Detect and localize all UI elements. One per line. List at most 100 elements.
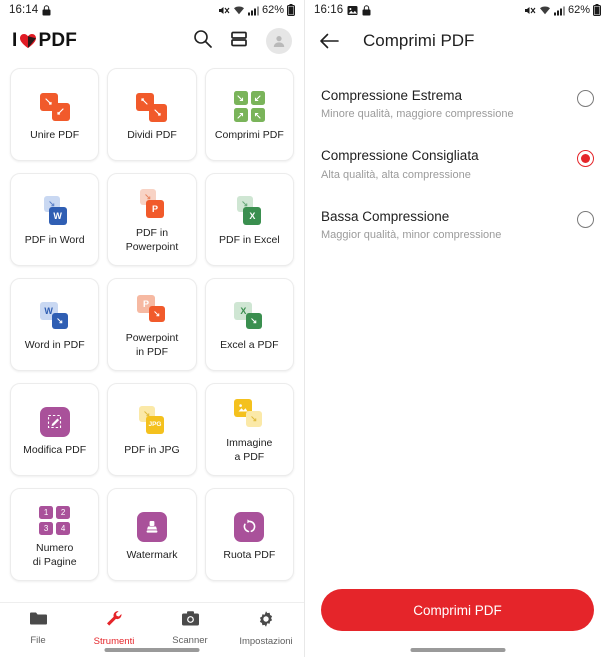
tool-card-label: Word in PDF: [24, 338, 85, 351]
logo-letter-i: I: [12, 30, 18, 51]
tool-card-label: Modifica PDF: [23, 443, 87, 456]
tools-grid: Unire PDF Dividi PDF Comprimi PDF W PDF …: [0, 62, 304, 581]
tool-card-powerpoint-in-pdf[interactable]: P Powerpoint in PDF: [107, 278, 197, 371]
mute-icon: [218, 5, 230, 16]
nav-item-label: Scanner: [172, 635, 208, 646]
signal-icon: [553, 5, 565, 16]
battery-percentage: 62%: [567, 4, 590, 16]
account-avatar-icon[interactable]: [266, 28, 292, 54]
nav-item-impostazioni[interactable]: Impostazioni: [228, 610, 304, 647]
nav-item-file[interactable]: File: [0, 610, 76, 646]
nav-item-label: Strumenti: [93, 636, 135, 647]
tool-card-pdf-in-powerpoint[interactable]: P PDF in Powerpoint: [107, 173, 197, 266]
image-to-pdf-icon: [230, 395, 268, 435]
wrench-icon: [105, 610, 124, 633]
tool-card-label: Watermark: [126, 548, 178, 561]
right-screen-compress-options: 16:16 62% Comprimi PDF Compressione Estr…: [305, 0, 610, 657]
merge-pdf-icon: [36, 87, 74, 127]
tool-card-label: Numero di Pagine: [32, 542, 77, 568]
tool-card-dividi-pdf[interactable]: Dividi PDF: [107, 68, 197, 161]
pdf-to-jpg-icon: JPG: [133, 402, 171, 442]
option-compressione-consigliata[interactable]: Compressione Consigliata Alta qualità, a…: [321, 136, 594, 196]
tool-card-pdf-in-word[interactable]: W PDF in Word: [10, 173, 100, 266]
cta-container: Comprimi PDF: [305, 589, 610, 631]
nav-item-strumenti[interactable]: Strumenti: [76, 610, 152, 647]
option-title: Bassa Compressione: [321, 208, 450, 224]
heart-icon: [19, 33, 37, 49]
ilovepdf-logo[interactable]: I PDF: [12, 30, 77, 52]
app-bar-right: Comprimi PDF: [305, 20, 610, 62]
layout-toggle-icon[interactable]: [230, 30, 248, 53]
comprimi-pdf-button[interactable]: Comprimi PDF: [321, 589, 594, 631]
option-title: Compressione Consigliata: [321, 148, 479, 164]
pdf-to-ppt-icon: P: [133, 185, 171, 225]
edit-pdf-icon: [39, 402, 70, 442]
option-compressione-estrema[interactable]: Compressione Estrema Minore qualità, mag…: [321, 76, 594, 136]
radio-button-estrema[interactable]: [577, 90, 594, 107]
page-numbers-icon: 12 34: [39, 500, 71, 540]
option-subtitle: Alta qualità, alta compressione: [321, 168, 471, 181]
dual-screenshot-container: 16:14 62% I PDF Unire PDF Dividi PDF Com…: [0, 0, 610, 657]
tool-card-word-in-pdf[interactable]: W Word in PDF: [10, 278, 100, 371]
word-to-pdf-icon: W: [36, 297, 74, 337]
radio-button-consigliata[interactable]: [577, 150, 594, 168]
mute-icon: [524, 5, 536, 16]
tool-card-comprimi-pdf[interactable]: Comprimi PDF: [204, 68, 294, 161]
logo-word-pdf: PDF: [38, 30, 78, 51]
pdf-to-excel-icon: X: [230, 192, 268, 232]
option-subtitle: Minore qualità, maggiore compressione: [321, 108, 514, 121]
rotate-pdf-icon: [234, 507, 265, 547]
tool-card-modifica-pdf[interactable]: Modifica PDF: [10, 383, 100, 476]
image-icon: [347, 5, 358, 16]
tool-card-ruota-pdf[interactable]: Ruota PDF: [204, 488, 294, 581]
gear-icon: [257, 610, 275, 633]
gesture-home-indicator: [410, 648, 505, 652]
page-title: Comprimi PDF: [363, 31, 475, 50]
tool-card-unire-pdf[interactable]: Unire PDF: [10, 68, 100, 161]
lock-icon: [42, 4, 51, 16]
tool-card-label: Comprimi PDF: [214, 128, 284, 141]
back-arrow-icon[interactable]: [317, 29, 341, 53]
signal-icon: [247, 5, 259, 16]
folder-icon: [29, 610, 48, 632]
status-time: 16:16: [314, 4, 344, 16]
status-bar-left: 16:14 62%: [0, 0, 304, 20]
compression-options-list: Compressione Estrema Minore qualità, mag…: [305, 62, 610, 257]
battery-percentage: 62%: [261, 4, 284, 16]
tool-card-label: Dividi PDF: [127, 128, 177, 141]
bottom-navigation-bar: File Strumenti Scanner Impostazioni: [0, 602, 304, 657]
tool-card-numero-di-pagine[interactable]: 12 34 Numero di Pagine: [10, 488, 100, 581]
split-pdf-icon: [133, 87, 171, 127]
nav-item-label: File: [30, 635, 46, 646]
tool-card-label: Excel a PDF: [220, 338, 279, 351]
tool-card-excel-a-pdf[interactable]: X Excel a PDF: [204, 278, 294, 371]
status-bar-right: 16:16 62%: [305, 0, 610, 20]
wifi-icon: [539, 5, 551, 16]
tool-card-label: Ruota PDF: [223, 548, 276, 561]
radio-button-bassa[interactable]: [577, 210, 594, 228]
excel-to-pdf-icon: X: [230, 297, 268, 337]
compress-pdf-icon: [233, 87, 265, 127]
wifi-icon: [233, 5, 245, 16]
camera-icon: [181, 610, 200, 632]
option-bassa-compressione[interactable]: Bassa Compressione Maggior qualità, mino…: [321, 197, 594, 257]
tool-card-label: Immagine a PDF: [226, 437, 273, 463]
tool-card-label: PDF in Powerpoint: [125, 227, 179, 253]
tool-card-pdf-in-jpg[interactable]: JPG PDF in JPG: [107, 383, 197, 476]
tool-card-label: PDF in Word: [24, 233, 85, 246]
option-subtitle: Maggior qualità, minor compressione: [321, 228, 502, 241]
tool-card-immagine-a-pdf[interactable]: Immagine a PDF: [204, 383, 294, 476]
tool-card-watermark[interactable]: Watermark: [107, 488, 197, 581]
gesture-home-indicator: [104, 648, 200, 652]
nav-item-scanner[interactable]: Scanner: [152, 610, 228, 646]
left-screen-tools-home: 16:14 62% I PDF Unire PDF Dividi PDF Com…: [0, 0, 305, 657]
search-icon[interactable]: [193, 29, 212, 53]
option-title: Compressione Estrema: [321, 88, 463, 103]
status-time: 16:14: [9, 4, 39, 16]
watermark-icon: [136, 507, 167, 547]
tool-card-pdf-in-excel[interactable]: X PDF in Excel: [204, 173, 294, 266]
pdf-to-word-icon: W: [36, 192, 74, 232]
tool-card-label: Powerpoint in PDF: [125, 332, 179, 358]
lock-icon: [362, 4, 371, 16]
app-bar-left: I PDF: [0, 20, 304, 62]
